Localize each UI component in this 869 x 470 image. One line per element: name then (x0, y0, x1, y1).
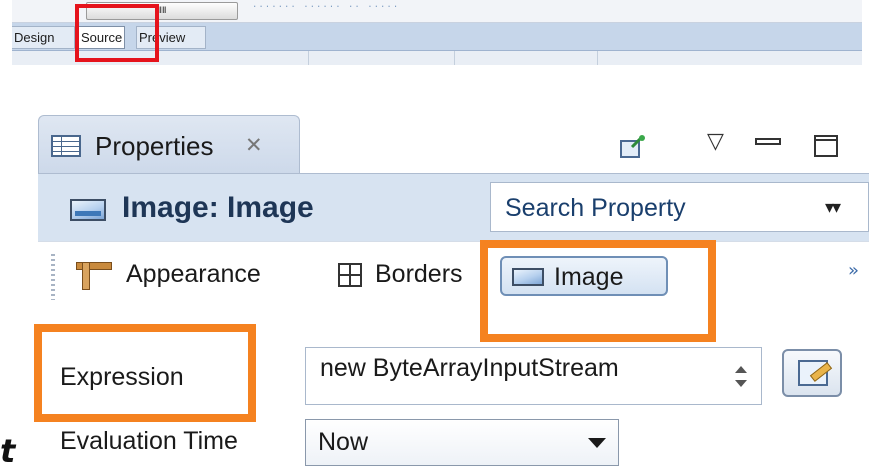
borders-icon (338, 263, 362, 287)
properties-table-icon (51, 135, 81, 157)
expression-field[interactable]: new ByteArrayInputStream (305, 347, 762, 405)
evaluation-time-select[interactable]: Now (305, 419, 619, 466)
category-appearance-label: Appearance (126, 260, 261, 288)
more-categories-icon[interactable]: » (848, 260, 859, 281)
edit-pencil-icon (798, 360, 828, 386)
close-icon[interactable]: ✕ (245, 133, 263, 157)
image-icon (70, 199, 106, 221)
view-header: Properties ✕ ▽ (38, 115, 869, 173)
highlight-box-image-tab (480, 240, 716, 342)
view-menu-icon[interactable]: ▽ (707, 129, 724, 154)
tab-design[interactable]: Design (12, 26, 75, 49)
minimize-icon[interactable] (755, 138, 781, 145)
search-options-icon[interactable]: ▾▾ (825, 197, 841, 218)
toolbar-grip[interactable] (51, 254, 55, 300)
tab-design-label: Design (14, 30, 55, 45)
maximize-icon[interactable] (814, 135, 838, 157)
expression-value: new ByteArrayInputStream (320, 354, 619, 382)
search-input[interactable] (503, 193, 807, 223)
category-borders-label: Borders (375, 260, 463, 288)
view-toolbar: ▽ (605, 123, 869, 167)
spinner-down-icon[interactable] (735, 380, 747, 387)
evaluation-time-value: Now (318, 428, 369, 456)
search-property-box[interactable]: ▾▾ (490, 182, 869, 232)
pin-icon[interactable] (620, 135, 646, 159)
expression-builder-button[interactable] (782, 349, 842, 397)
ruler-icon (76, 262, 114, 290)
category-toolbar: Appearance Borders Image » (38, 241, 869, 310)
spinner-up-icon[interactable] (735, 366, 747, 373)
view-tab-title: Properties (95, 131, 214, 161)
selected-object-title: Image: Image (122, 191, 314, 224)
ruler-tick (597, 51, 598, 65)
code-remnant: ······· ······ ·· ····· (252, 2, 400, 12)
expression-spinner[interactable] (731, 356, 755, 396)
selection-title-bar: Image: Image ▾▾ (38, 173, 869, 242)
evaluation-time-label: Evaluation Time (60, 427, 238, 455)
chevron-down-icon (588, 438, 606, 448)
editor-tab-strip: ‖‖ ······· ······ ·· ····· Design Source… (12, 0, 862, 65)
highlight-box-source-tab (75, 4, 159, 62)
ruler-tick (454, 51, 455, 65)
highlight-box-expression (34, 324, 256, 422)
properties-view-tab[interactable]: Properties ✕ (38, 115, 300, 173)
cropped-text-fragment: t (0, 432, 16, 470)
ruler-tick (308, 51, 309, 65)
